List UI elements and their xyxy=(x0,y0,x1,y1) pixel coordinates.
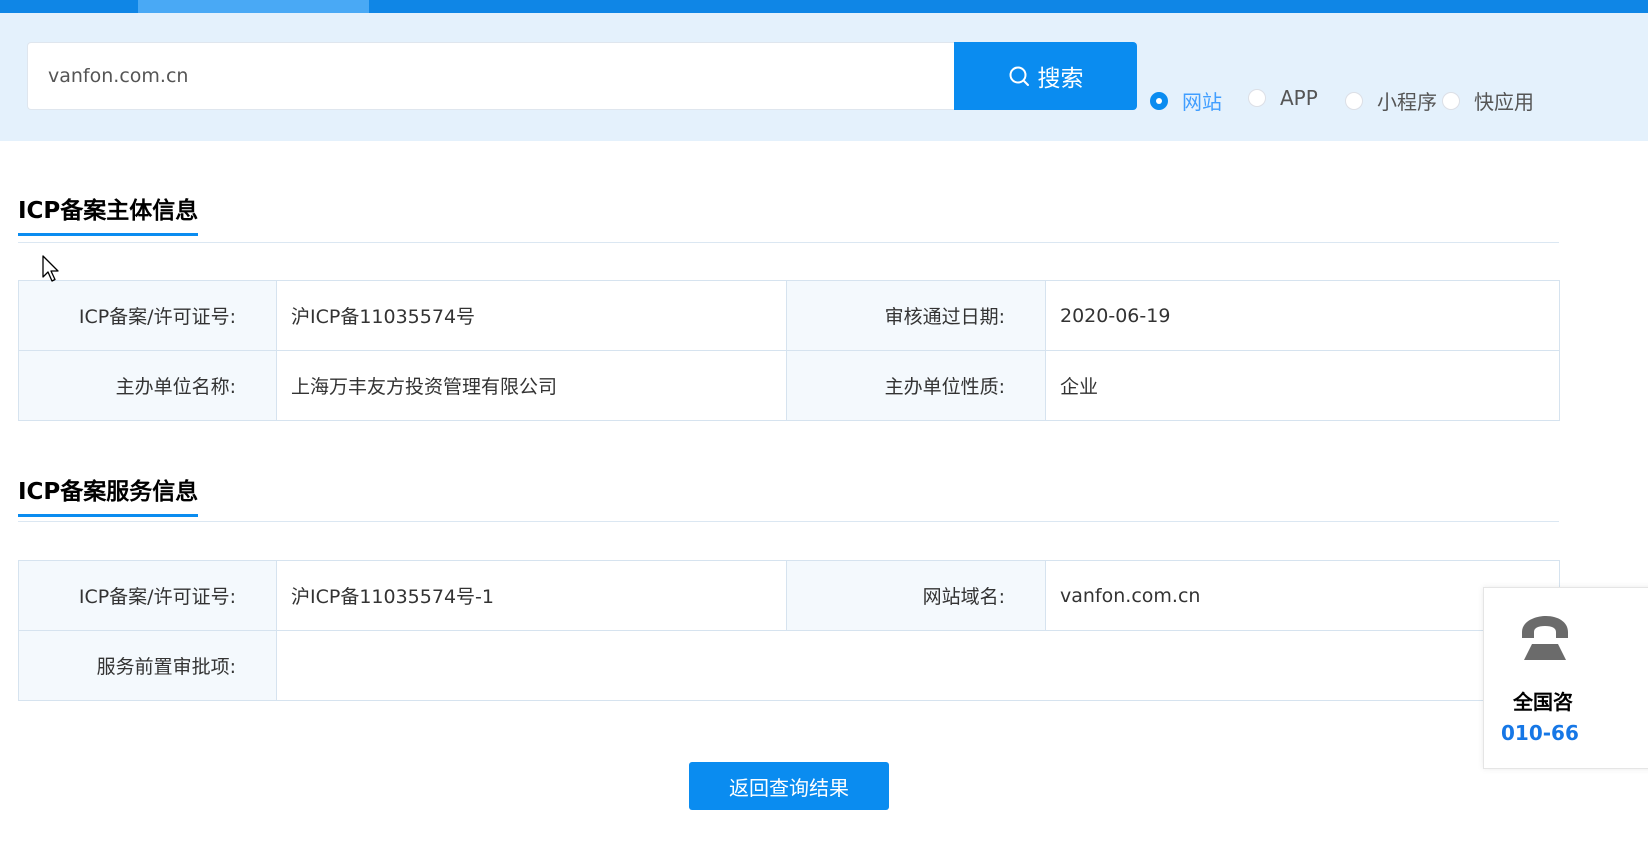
radio-mini-program[interactable]: 小程序 xyxy=(1345,86,1437,115)
field-label: 审核通过日期: xyxy=(786,280,1046,351)
field-value: 沪ICP备11035574号-1 xyxy=(276,560,787,631)
radio-app-label: APP xyxy=(1280,86,1318,110)
table-row: ICP备案/许可证号: 沪ICP备11035574号-1 网站域名: vanfo… xyxy=(18,560,1560,631)
field-label: ICP备案/许可证号: xyxy=(18,280,277,351)
radio-mini-program-label: 小程序 xyxy=(1377,90,1437,114)
field-value: 上海万丰友方投资管理有限公司 xyxy=(276,350,787,421)
table-row: 服务前置审批项: xyxy=(18,630,1560,701)
search-icon xyxy=(1009,66,1029,86)
field-value: 2020-06-19 xyxy=(1045,280,1560,351)
radio-quick-app-label: 快应用 xyxy=(1474,90,1534,114)
field-label: 网站域名: xyxy=(786,560,1046,631)
search-button-label: 搜索 xyxy=(1037,66,1084,92)
phone-icon xyxy=(1522,616,1568,660)
top-nav-active-tab[interactable] xyxy=(138,0,369,13)
entity-section-title: ICP备案主体信息 xyxy=(18,191,199,236)
radio-checked-icon xyxy=(1150,91,1168,110)
table-row: ICP备案/许可证号: 沪ICP备11035574号 审核通过日期: 2020-… xyxy=(18,280,1560,351)
radio-unchecked-icon xyxy=(1345,91,1363,110)
hotline-title: 全国咨 xyxy=(1513,690,1573,714)
field-label: 服务前置审批项: xyxy=(18,630,277,701)
radio-unchecked-icon xyxy=(1442,91,1460,110)
return-results-button[interactable]: 返回查询结果 xyxy=(689,762,889,810)
field-value: 沪ICP备11035574号 xyxy=(276,280,787,351)
search-input-value: vanfon.com.cn xyxy=(48,65,189,87)
section-divider xyxy=(18,521,1559,522)
section-divider xyxy=(18,242,1559,243)
field-value: 企业 xyxy=(1045,350,1560,421)
service-info-table: ICP备案/许可证号: 沪ICP备11035574号-1 网站域名: vanfo… xyxy=(18,560,1560,701)
mouse-cursor-icon xyxy=(42,255,59,282)
radio-unchecked-icon xyxy=(1248,89,1266,107)
radio-quick-app[interactable]: 快应用 xyxy=(1442,86,1534,115)
search-button[interactable]: 搜索 xyxy=(954,42,1137,110)
radio-app[interactable]: APP xyxy=(1248,86,1318,110)
field-label: ICP备案/许可证号: xyxy=(18,560,277,631)
service-section-title: ICP备案服务信息 xyxy=(18,472,199,517)
radio-website[interactable]: 网站 xyxy=(1150,86,1222,115)
search-input[interactable]: vanfon.com.cn xyxy=(27,42,954,110)
field-value xyxy=(276,630,1560,701)
field-label: 主办单位名称: xyxy=(18,350,277,421)
entity-info-table: ICP备案/许可证号: 沪ICP备11035574号 审核通过日期: 2020-… xyxy=(18,280,1560,421)
top-nav-bar xyxy=(0,0,1648,13)
radio-website-label: 网站 xyxy=(1182,90,1222,114)
hotline-widget[interactable]: 全国咨 010-66 xyxy=(1483,587,1648,769)
table-row: 主办单位名称: 上海万丰友方投资管理有限公司 主办单位性质: 企业 xyxy=(18,350,1560,421)
hotline-number: 010-66 xyxy=(1501,721,1579,745)
field-label: 主办单位性质: xyxy=(786,350,1046,421)
